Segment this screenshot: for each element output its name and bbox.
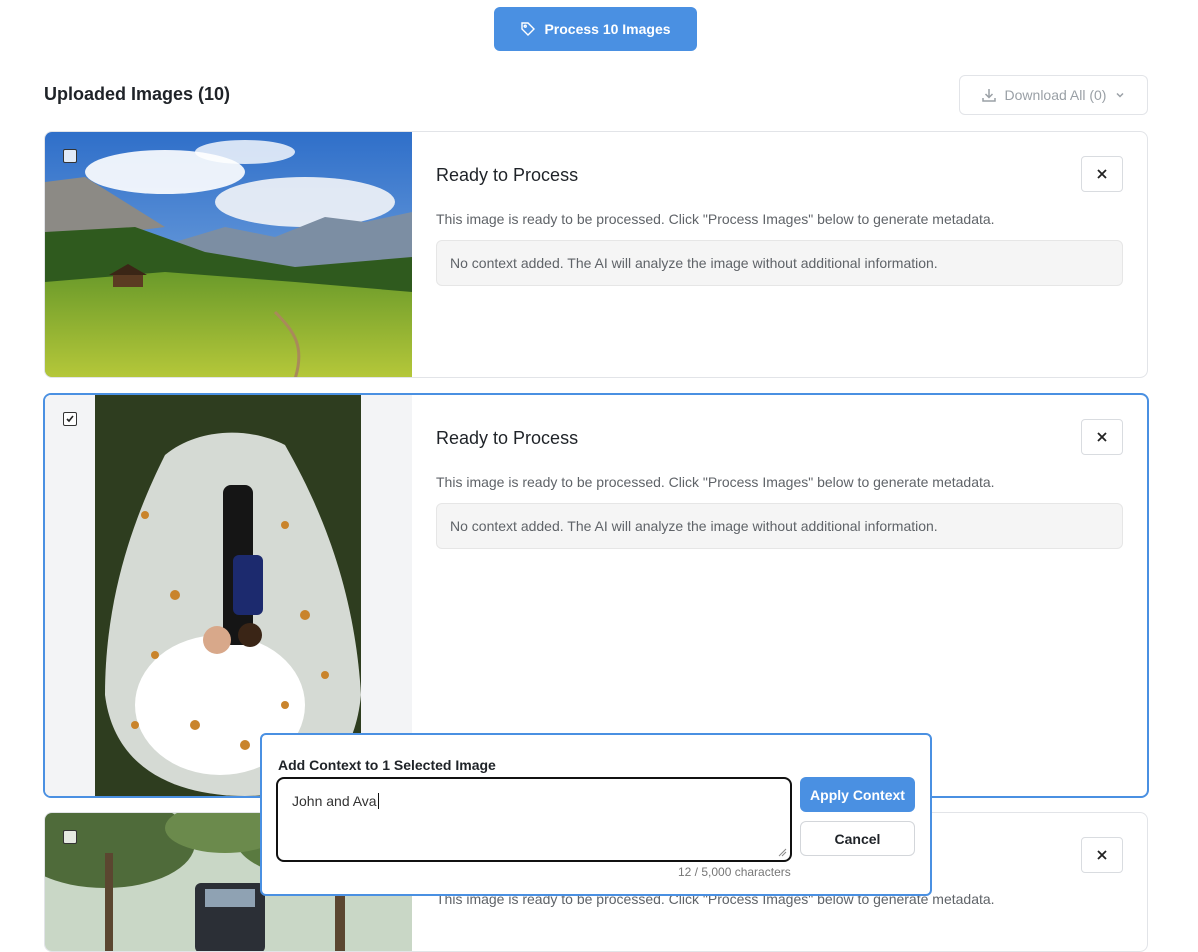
chevron-down-icon (1116, 92, 1124, 98)
status-title: Ready to Process (436, 428, 579, 448)
remove-image-button[interactable] (1081, 419, 1123, 455)
dialog-title: Add Context to 1 Selected Image (278, 757, 496, 773)
context-input-value: John and Ava (292, 793, 377, 809)
resize-handle-icon[interactable] (778, 848, 787, 857)
context-box: No context added. The AI will analyze th… (436, 503, 1123, 549)
image-card: Ready to Process This image is ready to … (44, 131, 1148, 378)
image-thumbnail[interactable] (45, 132, 412, 377)
download-all-label: Download All (0) (1004, 87, 1107, 103)
tag-icon (521, 22, 536, 36)
close-icon (1097, 169, 1107, 179)
remove-image-button[interactable] (1081, 156, 1123, 192)
select-checkbox[interactable] (63, 412, 77, 426)
close-icon (1097, 432, 1107, 442)
download-all-button[interactable]: Download All (0) (959, 75, 1148, 115)
context-box: No context added. The AI will analyze th… (436, 240, 1123, 286)
status-title: Ready to Process (436, 165, 579, 185)
context-textarea[interactable]: John and Ava (276, 777, 792, 862)
add-context-dialog: Add Context to 1 Selected Image John and… (260, 733, 932, 896)
remove-image-button[interactable] (1081, 837, 1123, 873)
mountain-meadow-image (45, 132, 412, 377)
section-title: Uploaded Images (10) (44, 84, 231, 104)
status-description: This image is ready to be processed. Cli… (436, 474, 995, 490)
select-checkbox[interactable] (63, 149, 77, 163)
process-images-button[interactable]: Process 10 Images (494, 7, 697, 51)
select-checkbox[interactable] (63, 830, 77, 844)
checkmark-icon (66, 415, 74, 423)
character-count: 12 / 5,000 characters (678, 865, 791, 879)
close-icon (1097, 850, 1107, 860)
download-icon (981, 89, 996, 102)
apply-context-button[interactable]: Apply Context (800, 777, 915, 812)
cancel-button[interactable]: Cancel (800, 821, 915, 856)
status-description: This image is ready to be processed. Cli… (436, 211, 995, 227)
process-images-label: Process 10 Images (544, 21, 671, 37)
